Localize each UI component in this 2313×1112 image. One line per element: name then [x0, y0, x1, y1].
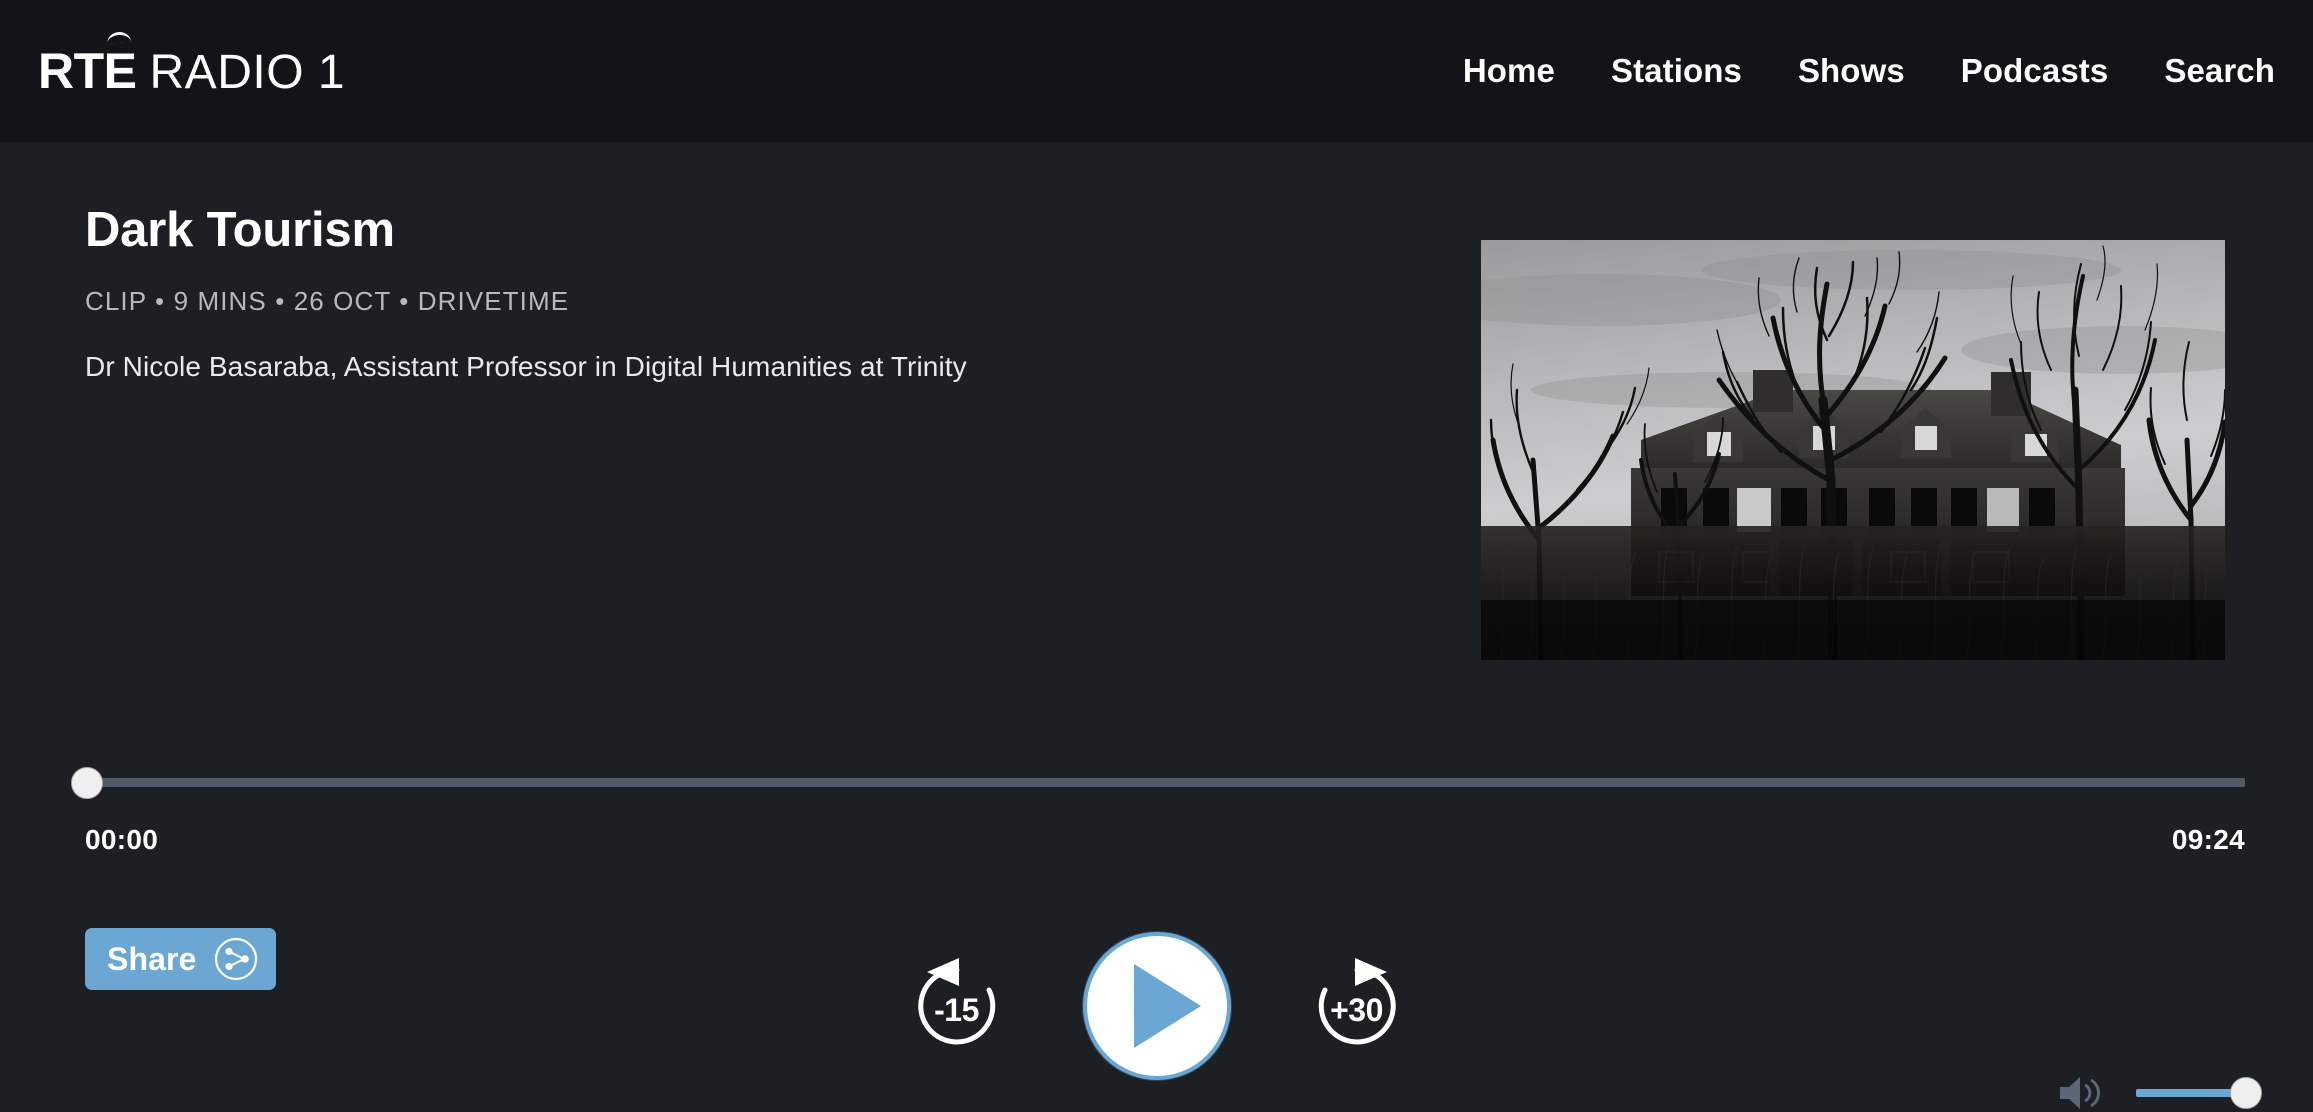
progress-thumb[interactable]	[71, 767, 103, 799]
main-navigation: Home Stations Shows Podcasts Search	[1463, 52, 2283, 90]
nav-item-podcasts[interactable]: Podcasts	[1961, 52, 2109, 90]
brand-rte-text: RTE	[38, 42, 137, 99]
play-icon	[1134, 964, 1201, 1048]
forward-30-button[interactable]: +30	[1303, 952, 1411, 1060]
volume-thumb[interactable]	[2230, 1077, 2262, 1109]
nav-item-stations[interactable]: Stations	[1611, 52, 1742, 90]
nav-item-home[interactable]: Home	[1463, 52, 1555, 90]
current-time: 00:00	[85, 824, 159, 855]
audio-player: 00:00 09:24 -15 +30 Share	[0, 142, 2313, 1109]
rewind-15-button[interactable]: -15	[903, 952, 1011, 1060]
brand-radio1-text: RADIO 1	[149, 45, 346, 99]
total-time: 09:24	[2171, 824, 2245, 855]
progress-scrubber[interactable]	[71, 767, 2245, 799]
play-button[interactable]	[1082, 932, 1231, 1080]
share-label: Share	[107, 940, 197, 977]
rte-radio1-logo[interactable]: RTE RADIO 1	[38, 46, 345, 97]
progress-track[interactable]	[85, 778, 2245, 787]
rewind-15-icon	[917, 958, 995, 1045]
volume-control	[2058, 1074, 2262, 1112]
share-button[interactable]: Share	[85, 928, 277, 990]
site-header: RTE RADIO 1 Home Stations Shows Podcasts…	[0, 0, 2313, 142]
share-network-icon	[214, 937, 258, 981]
volume-slider[interactable]	[2136, 1077, 2262, 1109]
transport-controls: -15 +30	[0, 932, 2313, 1080]
forward-30-icon	[1318, 958, 1396, 1045]
volume-icon[interactable]	[2058, 1074, 2104, 1112]
episode-page: Dark Tourism CLIP • 9 MINS • 26 OCT • DR…	[0, 142, 2313, 1109]
nav-item-shows[interactable]: Shows	[1798, 52, 1905, 90]
nav-item-search[interactable]: Search	[2164, 52, 2275, 90]
